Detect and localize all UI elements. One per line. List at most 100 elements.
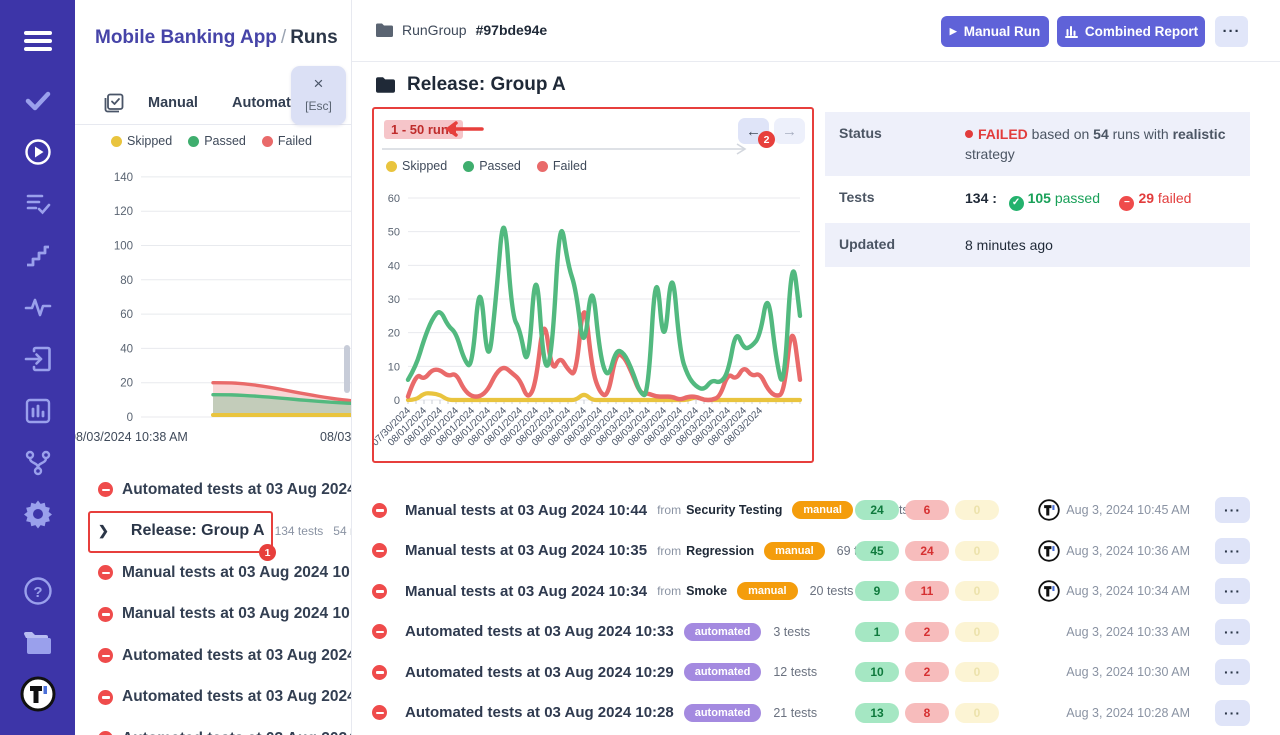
svg-text:50: 50 [388,227,400,239]
run-title[interactable]: Automated tests at 03 Aug 2024 10:29 [405,664,674,681]
from-label: from [657,544,681,558]
help-icon[interactable]: ? [0,575,75,607]
failed-status-icon [372,543,387,558]
row-more-button[interactable]: ··· [1215,700,1250,726]
svg-text:10: 10 [388,361,400,373]
failed-status-icon [98,648,113,663]
tests-check-icon[interactable] [0,86,75,116]
testomat-logo-icon[interactable] [0,676,75,712]
esc-key-label: [Esc] [291,99,346,113]
run-title: Automated tests at 03 Aug 2024 10: [122,481,352,499]
from-label: from [657,503,681,517]
svg-text:40: 40 [120,343,133,355]
select-runs-icon[interactable] [103,92,125,119]
run-row[interactable]: Manual tests at 03 Aug 2024 10:34fromSmo… [352,571,1280,612]
combined-report-button[interactable]: Combined Report [1057,16,1205,47]
row-more-button[interactable]: ··· [1215,619,1250,645]
mini-chart-legend: Skipped Passed Failed [111,134,312,148]
svg-text:20: 20 [388,328,400,340]
group-title: Release: Group A [407,74,566,96]
result-pills: 1020 [855,662,999,682]
run-type-badge: automated [684,623,762,641]
tab-manual[interactable]: Manual [148,95,198,111]
sign-in-icon[interactable] [0,344,75,374]
manual-run-button[interactable]: ▶ Manual Run [941,16,1049,47]
run-title[interactable]: Automated tests at 03 Aug 2024 10:28 [405,704,674,721]
run-row[interactable]: Manual tests at 03 Aug 2024 10:35fromReg… [352,531,1280,572]
run-list-item[interactable]: Automated tests at 03 Aug 2024 10: [75,718,352,735]
run-row[interactable]: Manual tests at 03 Aug 2024 10:44 from Sec… [352,490,1280,531]
failed-dot-icon [965,130,973,138]
mini-x-label-start: 08/03/2024 10:38 AM [75,430,188,444]
svg-text:140: 140 [114,172,133,184]
passed-count-pill: 9 [855,581,899,601]
row-more-button[interactable]: ··· [1215,578,1250,604]
failed-minus-icon: − [1119,196,1134,211]
skipped-count-pill: 0 [955,662,999,682]
group-heading: Release: Group A [376,74,566,96]
esc-close-hint[interactable]: × [Esc] [291,66,346,125]
tests-row: Tests 134 : ✓105 passed −29 failed [825,176,1250,223]
run-title: Manual tests at 03 Aug 2024 10:42 [122,605,352,623]
updated-row: Updated 8 minutes ago [825,223,1250,267]
chart-next-button[interactable]: → [774,118,805,144]
close-icon[interactable]: × [291,75,346,92]
skipped-count-pill: 0 [955,500,999,520]
svg-text:?: ? [33,584,42,601]
run-type-badge: manual [764,542,825,560]
run-title[interactable]: Manual tests at 03 Aug 2024 10:34 [405,583,647,600]
run-list-item[interactable]: Automated tests at 03 Aug 2024 10: [75,469,352,511]
tests-count: 3 tests [773,625,810,639]
failed-status-icon [98,565,113,580]
analytics-pulse-icon[interactable] [0,293,75,321]
run-list-item[interactable]: Automated tests at 03 Aug 2024 10: [75,635,352,677]
panel-scrollbar-thumb[interactable] [344,345,350,393]
chart-prev-button[interactable]: ← [738,118,769,144]
run-date: Aug 3, 2024 10:34 AM [1066,584,1190,598]
run-list-item[interactable]: Manual tests at 03 Aug 2024 10:42 [75,594,352,636]
play-icon: ▶ [950,26,957,37]
steps-icon[interactable] [0,242,75,270]
branches-icon[interactable] [0,448,75,478]
run-title[interactable]: Manual tests at 03 Aug 2024 10:44 [405,502,647,519]
failed-status-icon [98,731,113,735]
breadcrumb-project[interactable]: Mobile Banking App [95,27,277,48]
run-title: Automated tests at 03 Aug 2024 10: [122,647,352,665]
run-title[interactable]: Automated tests at 03 Aug 2024 10:33 [405,623,674,640]
group-chart-legend: Skipped Passed Failed [386,159,587,173]
svg-text:20: 20 [120,378,133,390]
reports-bar-chart-icon[interactable] [0,396,75,426]
run-list-item[interactable]: Automated tests at 03 Aug 2024 10: [75,677,352,719]
report-chart-icon [1064,25,1078,38]
run-list-item[interactable]: Manual tests at 03 Aug 2024 10:43 [75,552,352,594]
topbar-more-button[interactable]: ··· [1215,16,1248,47]
run-row[interactable]: Automated tests at 03 Aug 2024 10:29auto… [352,652,1280,693]
run-title: Automated tests at 03 Aug 2024 10: [122,688,352,706]
run-source: Security Testing [686,503,782,517]
run-row[interactable]: Automated tests at 03 Aug 2024 10:33 auto… [352,612,1280,653]
run-title[interactable]: Manual tests at 03 Aug 2024 10:35 [405,542,647,559]
svg-text:60: 60 [388,193,400,205]
menu-icon[interactable] [0,24,75,58]
run-type-badge: manual [737,582,798,600]
skipped-count-pill: 0 [955,703,999,723]
row-more-button[interactable]: ··· [1215,538,1250,564]
run-row-left: Automated tests at 03 Aug 2024 10:29auto… [372,652,817,693]
tests-count: 12 tests [773,665,817,679]
chevron-right-icon[interactable]: ❯ [98,523,109,539]
run-group-title: Release: Group A [131,522,265,540]
skipped-count-pill: 0 [955,581,999,601]
main-content: RunGroup #97bde94e ▶ Manual Run Combined… [352,0,1280,735]
run-date: Aug 3, 2024 10:36 AM [1066,544,1190,558]
runs-play-icon[interactable] [0,137,75,167]
row-more-button[interactable]: ··· [1215,659,1250,685]
run-group-item[interactable]: ❯Release: Group A134 tests54 r [75,511,352,553]
result-pills: 2460 [855,500,999,520]
folder-icon [376,77,395,93]
settings-gear-icon[interactable] [0,498,75,530]
row-more-button[interactable]: ··· [1215,497,1250,523]
result-pills: 1380 [855,703,999,723]
run-row[interactable]: Automated tests at 03 Aug 2024 10:28auto… [352,693,1280,734]
test-plans-icon[interactable] [0,190,75,218]
projects-folder-icon[interactable] [0,626,75,658]
